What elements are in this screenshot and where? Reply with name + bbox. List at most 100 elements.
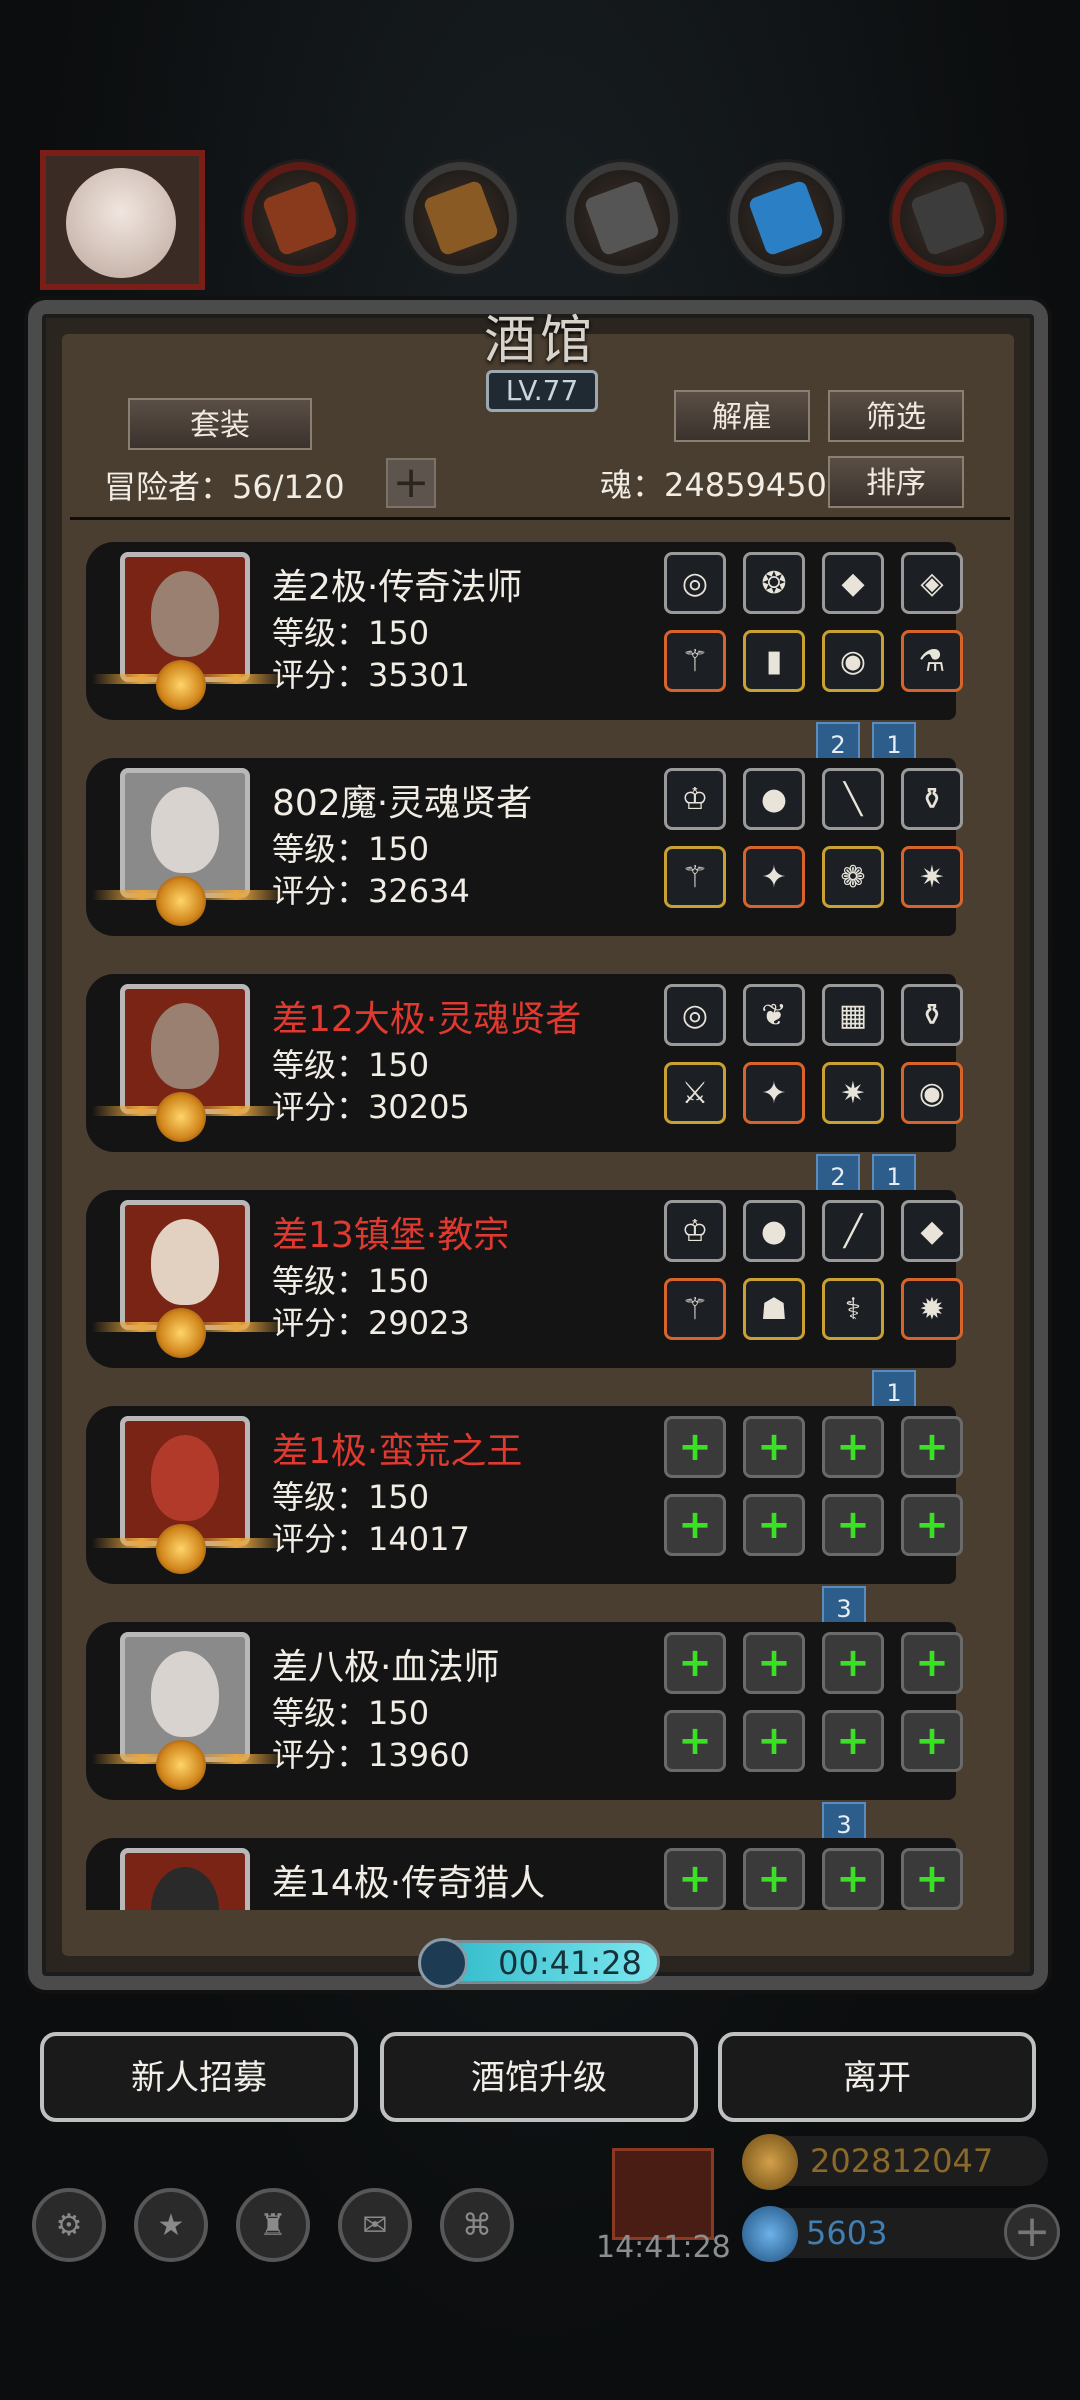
gift-timer: 14:41:28 (596, 2230, 731, 2265)
hero-list[interactable]: 差2极·传奇法师 等级：150 评分：35301 ◎ ❂ ◆ ◈ ⚚ ▮ ◉ ⚗ 2 1 802魔·灵魂贤… (60, 530, 1020, 1910)
equipment-slot[interactable]: ♔ (664, 768, 726, 830)
resource-stone-icon[interactable] (892, 162, 1004, 274)
hero-card[interactable]: 802魔·灵魂贤者 等级：150 评分：32634 ♔ ● ╲ ⚱ ⚚ ✦ ❁ ✷ (86, 758, 963, 936)
hero-card[interactable]: 差八极·血法师 等级：150 评分：13960 + + + + + + + + (86, 1622, 963, 1800)
resource-wood-icon[interactable] (405, 162, 517, 274)
add-gem-button[interactable]: + (1004, 2204, 1060, 2260)
rank-star-icon (156, 876, 206, 926)
hero-name: 802魔·灵魂贤者 (272, 783, 533, 824)
hero-name: 差1极·蛮荒之王 (272, 1431, 523, 1472)
rank-star-icon (156, 1740, 206, 1790)
empty-slot-plus-icon[interactable]: + (822, 1848, 884, 1910)
equipment-slot[interactable]: ● (743, 768, 805, 830)
sort-button[interactable]: 排序 (828, 456, 964, 508)
dismiss-button[interactable]: 解雇 (674, 390, 810, 442)
hero-portrait[interactable] (120, 1848, 250, 1910)
empty-slot-plus-icon[interactable]: + (822, 1416, 884, 1478)
map-icon[interactable]: ⌘ (440, 2188, 514, 2262)
settings-icon[interactable]: ⚙ (32, 2188, 106, 2262)
hero-face (151, 1219, 219, 1305)
equipment-slot[interactable]: ▮ (743, 630, 805, 692)
empty-slot-plus-icon[interactable]: + (901, 1848, 963, 1910)
hero-card[interactable]: 差1极·蛮荒之王 等级：150 评分：14017 + + + + + + + + (86, 1406, 963, 1584)
equipment-slot[interactable]: ✦ (743, 846, 805, 908)
empty-slot-plus-icon[interactable]: + (822, 1494, 884, 1556)
resource-crystal-icon[interactable] (730, 162, 842, 274)
equipment-slot[interactable]: ⚔ (664, 1062, 726, 1124)
gold-amount: 202812047 (810, 2142, 994, 2180)
equipment-slot[interactable]: ⚱ (901, 984, 963, 1046)
equipment-slot[interactable]: ◉ (822, 630, 884, 692)
equipment-slot[interactable]: ⚚ (664, 630, 726, 692)
filter-button[interactable]: 筛选 (828, 390, 964, 442)
recruit-button[interactable]: 新人招募 (40, 2032, 358, 2122)
equipment-slot[interactable]: ☗ (743, 1278, 805, 1340)
equipment-slot[interactable]: ● (743, 1200, 805, 1262)
empty-slot-plus-icon[interactable]: + (664, 1494, 726, 1556)
equipment-slot[interactable]: ⚱ (901, 768, 963, 830)
equipment-slot[interactable]: ♔ (664, 1200, 726, 1262)
rank-star-icon (156, 1308, 206, 1358)
resource-meat-icon[interactable] (244, 162, 356, 274)
empty-slot-plus-icon[interactable]: + (664, 1416, 726, 1478)
plus-icon: + (392, 457, 430, 508)
equipment-slot[interactable]: ⚚ (664, 1278, 726, 1340)
mail-icon[interactable]: ✉ (338, 2188, 412, 2262)
equipment-slot[interactable]: ╱ (822, 1200, 884, 1262)
hero-level: 等级：150 (272, 614, 430, 652)
equipment-slot[interactable]: ✹ (901, 1278, 963, 1340)
equipment-slot[interactable]: ✷ (901, 846, 963, 908)
empty-slot-plus-icon[interactable]: + (901, 1416, 963, 1478)
empty-slot-plus-icon[interactable]: + (743, 1632, 805, 1694)
empty-slot-plus-icon[interactable]: + (664, 1632, 726, 1694)
player-avatar[interactable] (40, 150, 205, 290)
hero-face (151, 1867, 219, 1910)
equipment-slot[interactable]: ◆ (822, 552, 884, 614)
hero-card[interactable]: 差2极·传奇法师 等级：150 评分：35301 ◎ ❂ ◆ ◈ ⚚ ▮ ◉ ⚗ (86, 542, 963, 720)
empty-slot-plus-icon[interactable]: + (743, 1494, 805, 1556)
empty-slot-plus-icon[interactable]: + (822, 1632, 884, 1694)
tower-icon[interactable]: ♜ (236, 2188, 310, 2262)
empty-slot-plus-icon[interactable]: + (822, 1710, 884, 1772)
empty-slot-plus-icon[interactable]: + (901, 1494, 963, 1556)
empty-slot-plus-icon[interactable]: + (743, 1848, 805, 1910)
gift-box-icon[interactable] (612, 2148, 714, 2240)
equipment-slots: ◎ ❂ ◆ ◈ ⚚ ▮ ◉ ⚗ (664, 552, 974, 712)
equipment-slot[interactable]: ⚕ (822, 1278, 884, 1340)
equipment-slot[interactable]: ✦ (743, 1062, 805, 1124)
equipment-slot[interactable]: ❁ (822, 846, 884, 908)
empty-slot-plus-icon[interactable]: + (664, 1848, 726, 1910)
hero-score: 评分：13960 (272, 1736, 470, 1774)
equipment-slot[interactable]: ◆ (901, 1200, 963, 1262)
equipment-slot[interactable]: ⚗ (901, 630, 963, 692)
empty-slot-plus-icon[interactable]: + (743, 1710, 805, 1772)
equipment-slot[interactable]: ❂ (743, 552, 805, 614)
leave-button[interactable]: 离开 (718, 2032, 1036, 2122)
equipment-slot[interactable]: ◎ (664, 552, 726, 614)
equipment-slot[interactable]: ✷ (822, 1062, 884, 1124)
hero-card[interactable]: 差13镇堡·教宗 等级：150 评分：29023 ♔ ● ╱ ◆ ⚚ ☗ ⚕ ✹ (86, 1190, 963, 1368)
page-title: 酒馆 (483, 311, 596, 371)
empty-slot-plus-icon[interactable]: + (743, 1416, 805, 1478)
hero-card[interactable]: 差14极·传奇猎人等级：150评分：13000++++++++ (86, 1838, 963, 1910)
gold-coin-icon (742, 2134, 798, 2190)
equipment-slot[interactable]: ▦ (822, 984, 884, 1046)
gem-icon (742, 2206, 798, 2262)
empty-slot-plus-icon[interactable]: + (901, 1632, 963, 1694)
set-button[interactable]: 套装 (128, 398, 312, 450)
equipment-slot[interactable]: ❦ (743, 984, 805, 1046)
add-slot-button[interactable]: + (386, 458, 436, 508)
equipment-slot[interactable]: ◎ (664, 984, 726, 1046)
equipment-slot[interactable]: ⚚ (664, 846, 726, 908)
resource-iron-icon[interactable] (566, 162, 678, 274)
hero-face (151, 1651, 219, 1737)
hero-card[interactable]: 差12大极·灵魂贤者 等级：150 评分：30205 ◎ ❦ ▦ ⚱ ⚔ ✦ ✷ ◉ (86, 974, 963, 1152)
upgrade-tavern-button[interactable]: 酒馆升级 (380, 2032, 698, 2122)
achievement-icon[interactable]: ★ (134, 2188, 208, 2262)
equipment-slot[interactable]: ◈ (901, 552, 963, 614)
empty-slot-plus-icon[interactable]: + (901, 1710, 963, 1772)
equipment-slot[interactable]: ◉ (901, 1062, 963, 1124)
hero-level: 等级：150 (272, 1262, 430, 1300)
equipment-slot[interactable]: ╲ (822, 768, 884, 830)
empty-slot-plus-icon[interactable]: + (664, 1710, 726, 1772)
